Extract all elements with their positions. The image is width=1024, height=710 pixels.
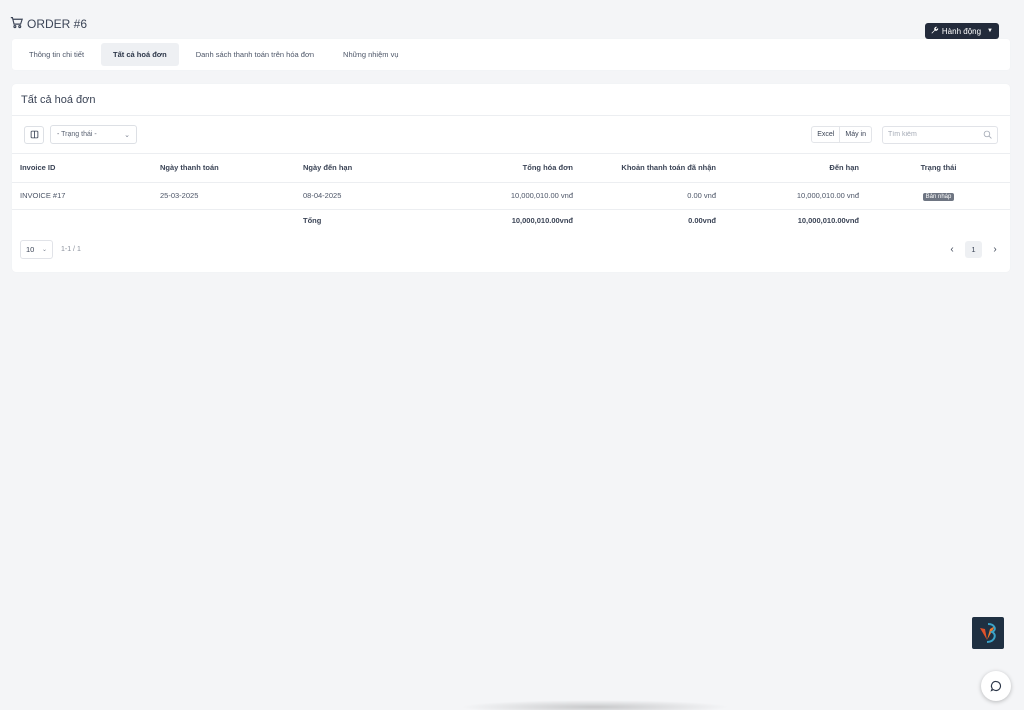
tab-details[interactable]: Thông tin chi tiết <box>17 43 96 66</box>
per-page-select[interactable]: 10 ⌄ <box>20 240 53 259</box>
tab-payments[interactable]: Danh sách thanh toán trên hóa đơn <box>184 43 326 66</box>
pagination-range: 1-1 / 1 <box>61 246 81 253</box>
chevron-right-icon[interactable]: › <box>988 244 1002 255</box>
totals-label: Tổng <box>303 215 322 225</box>
tab-tasks[interactable]: Những nhiệm vụ <box>331 43 410 66</box>
export-button-group: Excel Máy in <box>811 126 872 143</box>
empty-cell <box>152 209 295 231</box>
search-box <box>882 125 998 144</box>
empty-cell <box>12 209 152 231</box>
totals-total: 10,000,010.00vnđ <box>511 215 573 225</box>
search-icon[interactable] <box>983 126 992 144</box>
print-button[interactable]: Máy in <box>839 127 871 142</box>
page-title: ORDER #6 <box>10 16 87 32</box>
page-title-text: ORDER #6 <box>27 17 88 31</box>
status-cell: Bản nháp <box>867 182 1010 210</box>
totals-received: 0.00vnđ <box>688 215 716 225</box>
column-header[interactable]: Đến hạn <box>724 154 867 183</box>
bottom-shadow <box>460 700 730 710</box>
columns-icon <box>30 126 39 144</box>
status-filter-select[interactable]: - Trạng thái - ⌄ <box>50 125 137 144</box>
chevron-down-icon: ⌄ <box>41 247 47 253</box>
per-page-value: 10 <box>26 245 35 254</box>
empty-cell <box>867 209 1010 231</box>
payment-date-cell: 25-03-2025 <box>152 182 295 210</box>
column-header[interactable]: Ngày thanh toán <box>152 154 295 183</box>
status-badge: Bản nháp <box>922 192 955 201</box>
column-toggle-button[interactable] <box>24 125 44 144</box>
chevron-left-icon[interactable]: ‹ <box>945 244 959 255</box>
pagination: 10 ⌄ 1-1 / 1 ‹ 1 › <box>12 231 1010 259</box>
excel-button[interactable]: Excel <box>812 127 839 142</box>
invoices-card: Tất cả hoá đơn - Trạng thái - ⌄ Excel Má… <box>12 84 1010 272</box>
totals-row: Tổng 10,000,010.00vnđ 0.00vnđ 10,000,010… <box>12 209 1010 231</box>
invoices-table: Invoice ID Ngày thanh toán Ngày đến hạn … <box>12 154 1010 231</box>
column-header[interactable]: Khoản thanh toán đã nhận <box>581 154 724 183</box>
cart-icon <box>10 16 23 32</box>
due-date-cell: 08-04-2025 <box>295 182 438 210</box>
wrench-icon <box>931 26 939 36</box>
column-header[interactable]: Ngày đến hạn <box>295 154 438 183</box>
column-header[interactable]: Trạng thái <box>867 154 1010 183</box>
chat-bubble-icon[interactable] <box>981 671 1011 701</box>
totals-due: 10,000,010.00vnđ <box>797 215 859 225</box>
column-header[interactable]: Invoice ID <box>12 154 152 183</box>
brand-logo-icon[interactable] <box>972 617 1004 649</box>
received-cell: 0.00 vnđ <box>581 182 724 210</box>
status-filter-value: - Trạng thái - <box>57 131 97 138</box>
caret-down-icon: ▼ <box>987 28 993 34</box>
table-header-row: Invoice ID Ngày thanh toán Ngày đến hạn … <box>12 154 1010 183</box>
search-input[interactable] <box>888 131 978 138</box>
actions-dropdown-button[interactable]: Hành động ▼ <box>924 23 999 39</box>
actions-button-label: Hành động <box>941 26 982 36</box>
table-toolbar: - Trạng thái - ⌄ Excel Máy in <box>12 116 1010 154</box>
column-header[interactable]: Tổng hóa đơn <box>438 154 581 183</box>
chevron-down-icon: ⌄ <box>124 131 130 139</box>
card-title: Tất cả hoá đơn <box>12 84 1010 116</box>
tabs-bar: Thông tin chi tiết Tất cả hoá đơn Danh s… <box>12 39 1010 70</box>
table-row[interactable]: INVOICE #17 25-03-2025 08-04-2025 10,000… <box>12 182 1010 210</box>
invoice-id-cell[interactable]: INVOICE #17 <box>12 182 152 210</box>
due-amount-cell: 10,000,010.00 vnđ <box>724 182 867 210</box>
total-cell: 10,000,010.00 vnđ <box>438 182 581 210</box>
page-number-button[interactable]: 1 <box>965 241 982 258</box>
page-header: ORDER #6 Hành động ▼ <box>10 12 999 39</box>
tab-all-invoices[interactable]: Tất cả hoá đơn <box>101 43 179 66</box>
